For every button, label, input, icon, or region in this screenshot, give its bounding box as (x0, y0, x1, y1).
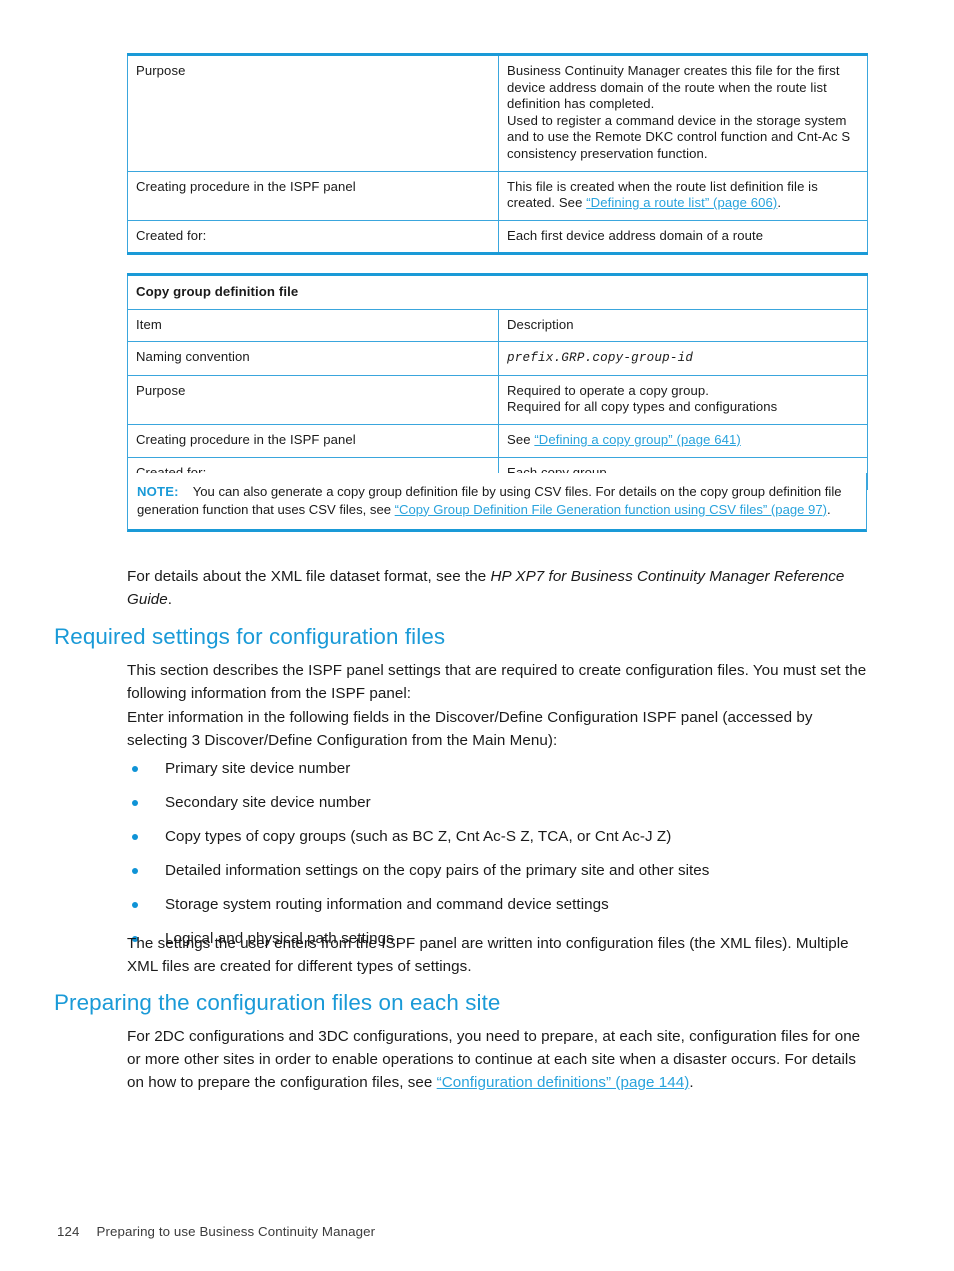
copy-group-definition-table: Copy group definition file Item Descript… (127, 273, 868, 491)
desc-line: Used to register a command device in the… (507, 112, 847, 128)
heading-required-settings: Required settings for configuration file… (54, 624, 446, 649)
paragraph-text-before: For details about the XML file dataset f… (127, 568, 491, 585)
column-header-description: Description (498, 308, 868, 343)
desc-line: Required for all copy types and configur… (507, 399, 778, 415)
paragraph-text-after: . (167, 590, 173, 608)
list-item: Storage system routing information and c… (127, 894, 875, 917)
paragraph-text-after: . (689, 1073, 694, 1091)
desc-text-suffix: . (777, 195, 782, 211)
bullet-icon (132, 834, 138, 841)
note-callout: NOTE: You can also generate a copy group … (127, 473, 867, 533)
table-row: Creating procedure in the ISPF panel Thi… (127, 170, 868, 221)
row-item-creating-procedure: Creating procedure in the ISPF panel (127, 170, 499, 221)
document-page: Purpose Business Continuity Manager crea… (0, 0, 954, 1271)
link-defining-a-route-list[interactable]: “Defining a route list” (page 606) (586, 195, 777, 210)
required-settings-paragraph-3: The settings the user enters from the IS… (127, 935, 849, 975)
note-label: NOTE: (137, 484, 179, 499)
row-description-purpose: Required to operate a copy group. Requir… (498, 374, 868, 425)
desc-text: See (507, 431, 535, 447)
route-definition-table: Purpose Business Continuity Manager crea… (127, 53, 868, 256)
bullet-icon (132, 800, 138, 807)
required-settings-bullet-list: Primary site device number Secondary sit… (127, 758, 875, 963)
heading-preparing-configuration-files: Preparing the configuration files on eac… (54, 990, 501, 1015)
naming-convention-code: prefix.GRP.copy-group-id (507, 351, 694, 366)
bullet-icon (132, 868, 138, 875)
desc-line: device address domain of the route when … (507, 79, 827, 95)
column-header-item: Item (127, 308, 499, 343)
row-item-purpose: Purpose (127, 374, 499, 425)
table-row: Purpose Required to operate a copy group… (127, 374, 868, 425)
table-row: Creating procedure in the ISPF panel See… (127, 423, 868, 458)
table-row: Naming convention prefix.GRP.copy-group-… (127, 341, 868, 376)
row-item-naming-convention: Naming convention (127, 341, 499, 376)
note-text-after: . (826, 501, 831, 517)
list-item-label: Copy types of copy groups (such as BC Z,… (165, 828, 672, 846)
xml-dataset-format-paragraph: For details about the XML file dataset f… (127, 566, 875, 612)
desc-line: Business Continuity Manager creates this… (507, 63, 840, 78)
list-item: Copy types of copy groups (such as BC Z,… (127, 826, 875, 849)
list-item: Detailed information settings on the cop… (127, 860, 875, 883)
bullet-icon (132, 766, 138, 772)
table-caption-row: Copy group definition file (127, 273, 868, 310)
page-footer: 124 Preparing to use Business Continuity … (57, 1223, 375, 1240)
row-description-naming-convention: prefix.GRP.copy-group-id (498, 341, 868, 376)
list-item-label: Storage system routing information and c… (165, 896, 609, 914)
row-description-purpose: Business Continuity Manager creates this… (498, 53, 868, 172)
required-settings-paragraph-1: This section describes the ISPF panel se… (127, 662, 867, 702)
desc-line: Required to operate a copy group. (507, 382, 710, 398)
list-item: Primary site device number (127, 758, 875, 781)
desc-line: consistency preservation function. (507, 145, 708, 161)
footer-chapter-title: Preparing to use Business Continuity Man… (96, 1224, 376, 1239)
row-item-purpose: Purpose (127, 53, 499, 172)
desc-line: definition has completed. (507, 96, 655, 112)
row-description-created-for: Each first device address domain of a ro… (498, 219, 868, 256)
link-copy-group-definition-csv[interactable]: “Copy Group Definition File Generation f… (395, 502, 827, 517)
preparing-configuration-paragraph: For 2DC configurations and 3DC configura… (127, 1026, 875, 1094)
row-description-creating-procedure: This file is created when the route list… (498, 170, 868, 221)
row-item-created-for: Created for: (127, 219, 499, 256)
row-description-creating-procedure: See “Defining a copy group” (page 641) (498, 423, 868, 458)
row-item-creating-procedure: Creating procedure in the ISPF panel (127, 423, 499, 458)
desc-line: and to use the Remote DKC control functi… (507, 129, 851, 145)
list-item-label: Primary site device number (165, 760, 351, 777)
table-row: Purpose Business Continuity Manager crea… (127, 53, 868, 172)
link-configuration-definitions[interactable]: “Configuration definitions” (page 144) (437, 1074, 690, 1091)
list-item: Secondary site device number (127, 792, 875, 815)
link-defining-a-copy-group[interactable]: “Defining a copy group” (page 641) (534, 432, 740, 447)
table-caption: Copy group definition file (127, 273, 868, 310)
table-row: Created for: Each first device address d… (127, 219, 868, 256)
list-item-label: Secondary site device number (165, 794, 371, 812)
bullet-icon (132, 902, 138, 909)
footer-page-number: 124 (57, 1224, 80, 1239)
list-item-label: Detailed information settings on the cop… (165, 862, 710, 880)
required-settings-paragraph-2: Enter information in the following field… (127, 709, 813, 749)
table-header-row: Item Description (127, 308, 868, 343)
